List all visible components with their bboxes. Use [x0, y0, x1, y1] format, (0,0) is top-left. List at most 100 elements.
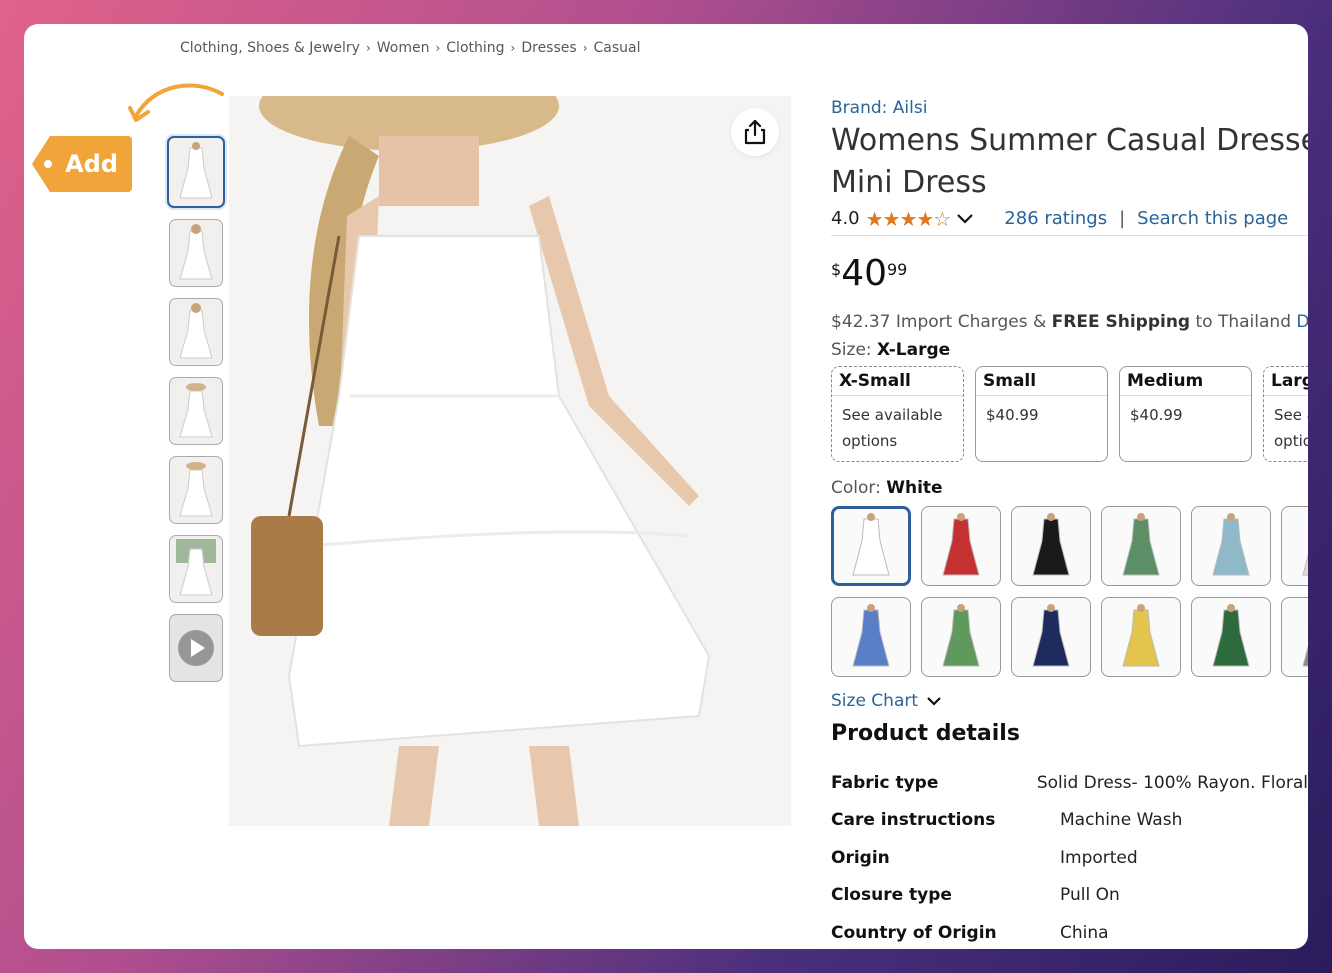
detail-value: China	[1060, 922, 1109, 943]
size-option-x-small[interactable]: X-Small See available options	[831, 366, 964, 462]
thumbnail-item[interactable]	[169, 219, 223, 287]
thumbnail-item[interactable]	[169, 456, 223, 524]
dress-swatch-icon	[942, 604, 980, 667]
dress-thumbnail-icon	[179, 462, 213, 517]
chevron-down-icon[interactable]	[956, 213, 974, 225]
size-chart-link[interactable]: Size Chart	[831, 691, 1308, 711]
tag-hole-icon	[44, 160, 52, 168]
size-option-name: Medium	[1120, 367, 1251, 396]
price-fraction: 99	[887, 260, 908, 279]
size-option-line2: options	[842, 432, 898, 450]
color-swatch[interactable]	[1191, 506, 1271, 586]
dress-image-icon	[251, 96, 711, 826]
dress-swatch-icon	[942, 513, 980, 576]
breadcrumb: Clothing, Shoes & Jewelry › Women › Clot…	[180, 40, 641, 56]
breadcrumb-item-clothing[interactable]: Clothing	[446, 40, 504, 56]
free-shipping: FREE Shipping	[1051, 312, 1191, 332]
chevron-down-icon	[927, 697, 941, 706]
color-swatch[interactable]	[831, 597, 911, 677]
product-title-line-2: Mini Dress	[831, 165, 987, 200]
search-this-page-link[interactable]: Search this page	[1137, 208, 1288, 229]
color-swatch[interactable]	[921, 506, 1001, 586]
detail-row-country-of-origin: Country of Origin China	[831, 914, 1308, 949]
color-swatch[interactable]	[1281, 506, 1308, 586]
dress-thumbnail-icon	[176, 539, 216, 596]
ship-to: to Thailand	[1195, 312, 1291, 332]
breadcrumb-item-women[interactable]: Women	[377, 40, 430, 56]
dress-thumbnail-icon	[179, 224, 213, 280]
rating-row: 4.0 ★★★★☆ 286 ratings | Search this page	[831, 206, 1308, 236]
color-swatches	[831, 506, 1308, 677]
color-swatch[interactable]	[1101, 506, 1181, 586]
breadcrumb-item-casual[interactable]: Casual	[594, 40, 641, 56]
color-swatch[interactable]	[831, 506, 911, 586]
breadcrumb-item-dresses[interactable]: Dresses	[521, 40, 576, 56]
breadcrumb-item-clothing-shoes-jewelry[interactable]: Clothing, Shoes & Jewelry	[180, 40, 360, 56]
size-option-name: X-Small	[832, 367, 963, 396]
thumbnail-item[interactable]	[169, 535, 223, 603]
share-button[interactable]	[731, 108, 779, 156]
color-swatch[interactable]	[921, 597, 1001, 677]
thumbnail-item[interactable]	[169, 377, 223, 445]
color-swatch[interactable]	[1191, 597, 1271, 677]
size-label-text: Size:	[831, 340, 872, 360]
separator-pipe: |	[1119, 208, 1126, 229]
star-rating-icon[interactable]: ★★★★☆	[866, 207, 952, 231]
detail-key: Fabric type	[831, 772, 939, 793]
dress-thumbnail-icon	[179, 142, 213, 199]
color-selected: White	[886, 478, 943, 498]
product-details-heading: Product details	[831, 721, 1020, 746]
breadcrumb-separator: ›	[510, 41, 516, 55]
size-option-line1: See available	[842, 406, 943, 424]
product-main-image[interactable]	[229, 96, 791, 826]
size-option-medium[interactable]: Medium $40.99	[1119, 366, 1252, 462]
size-option-small[interactable]: Small $40.99	[975, 366, 1108, 462]
size-selected: X-Large	[877, 340, 951, 360]
page-frame: Clothing, Shoes & Jewelry › Women › Clot…	[24, 24, 1308, 949]
product-details-table: Fabric type Solid Dress- 100% Rayon. Flo…	[831, 764, 1308, 949]
dress-swatch-icon	[1122, 604, 1160, 667]
color-swatch[interactable]	[1281, 597, 1308, 677]
detail-key: Closure type	[831, 885, 952, 906]
detail-key: Country of Origin	[831, 922, 997, 943]
play-icon	[178, 630, 214, 666]
detail-value: Machine Wash	[1060, 810, 1183, 831]
size-label: Size: X-Large	[831, 340, 1308, 360]
size-options: X-Small See available options Small $40.9…	[831, 366, 1308, 462]
price-currency: $	[831, 260, 842, 279]
detail-key: Origin	[831, 847, 890, 868]
color-swatch[interactable]	[1101, 597, 1181, 677]
dress-thumbnail-icon	[179, 303, 213, 359]
size-option-name: Large	[1264, 367, 1308, 396]
size-option-price: $40.99	[986, 406, 1039, 424]
breadcrumb-separator: ›	[365, 41, 371, 55]
import-charges: $42.37 Import Charges &	[831, 312, 1047, 332]
dress-swatch-icon	[1032, 513, 1070, 576]
dress-swatch-icon	[852, 513, 890, 576]
add-tag-button[interactable]: Add	[32, 136, 132, 192]
price: $ 40 99	[831, 254, 1308, 294]
dress-swatch-icon	[852, 604, 890, 667]
thumbnail-item[interactable]	[169, 298, 223, 366]
share-icon	[744, 119, 766, 145]
detail-value: Imported	[1060, 847, 1138, 868]
detail-row-closure-type: Closure type Pull On	[831, 877, 1308, 915]
color-swatch[interactable]	[1011, 597, 1091, 677]
detail-row-fabric-type: Fabric type Solid Dress- 100% Rayon. Flo…	[831, 764, 1308, 802]
thumbnail-list	[167, 136, 225, 693]
ratings-count-link[interactable]: 286 ratings	[1004, 208, 1107, 229]
size-option-large[interactable]: Large See available options	[1263, 366, 1308, 462]
dress-swatch-icon	[1302, 645, 1308, 667]
brand-link[interactable]: Brand: Ailsi	[831, 98, 1308, 118]
dress-swatch-icon	[1032, 604, 1070, 667]
details-link[interactable]: Details	[1296, 312, 1308, 332]
thumbnail-video-item[interactable]	[169, 614, 223, 682]
size-option-name: Small	[976, 367, 1107, 396]
breadcrumb-separator: ›	[435, 41, 441, 55]
thumbnail-item[interactable]	[167, 136, 225, 208]
detail-value: Solid Dress- 100% Rayon. Floral	[1036, 772, 1308, 793]
detail-value: Pull On	[1060, 885, 1120, 906]
detail-key: Care instructions	[831, 810, 996, 831]
color-swatch[interactable]	[1011, 506, 1091, 586]
dress-swatch-icon	[1302, 554, 1308, 576]
